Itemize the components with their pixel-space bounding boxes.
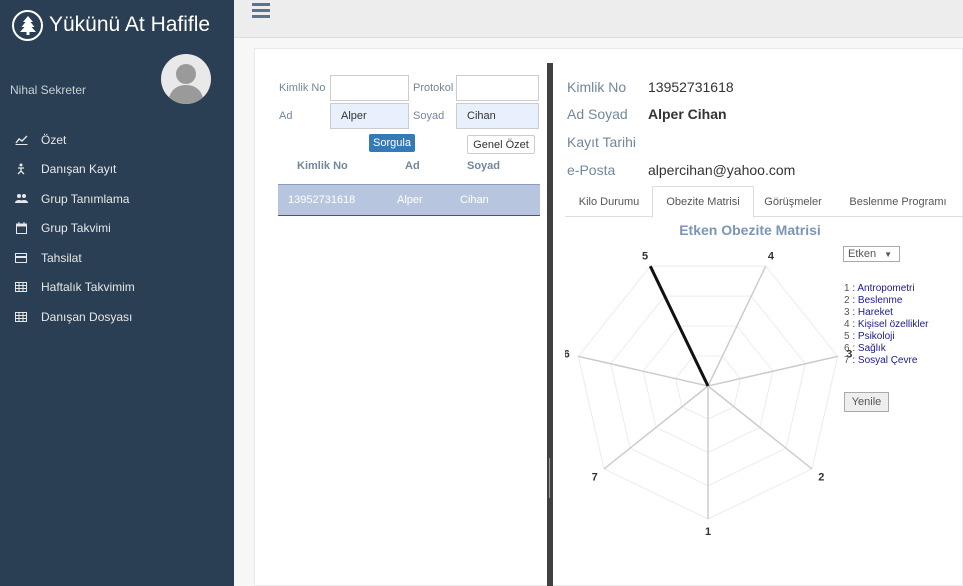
detail-adsoyad-value: Alper Cihan <box>648 106 727 122</box>
col-header-ad[interactable]: Ad <box>405 160 420 172</box>
sidebar-item-danisan-kayit[interactable]: Danışan Kayıt <box>0 155 234 185</box>
credit-card-icon <box>12 252 30 264</box>
sidebar-item-label: Grup Tanımlama <box>41 191 130 206</box>
detail-adsoyad-label: Ad Soyad <box>567 106 628 122</box>
accessibility-icon <box>12 163 30 175</box>
detail-kimlik-value: 13952731618 <box>648 79 734 95</box>
sidebar-item-label: Haftalık Takvimim <box>41 280 135 295</box>
ad-input[interactable] <box>330 103 409 129</box>
sidebar-menu: Özet Danışan Kayıt Grup Tanımlama Grup T… <box>0 125 234 332</box>
kimlik-input[interactable] <box>330 75 409 101</box>
avatar[interactable] <box>161 54 211 104</box>
soyad-input[interactable] <box>456 103 539 129</box>
tab-gorusmeler[interactable]: Görüşmeler <box>755 186 831 217</box>
select-value: Etken <box>848 248 877 260</box>
table-icon <box>12 281 30 293</box>
detail-eposta-value: alpercihan@yahoo.com <box>648 162 796 178</box>
tab-beslenme-programi[interactable]: Beslenme Programı <box>838 186 958 217</box>
kimlik-label: Kimlik No <box>279 82 326 94</box>
pane-splitter[interactable] <box>547 63 553 586</box>
refresh-button[interactable]: Yenile <box>844 392 889 412</box>
tab-bar: Kilo Durumu Obezite Matrisi Görüşmeler B… <box>565 186 963 218</box>
tab-kilo-durumu[interactable]: Kilo Durumu <box>567 186 651 217</box>
sidebar-item-ozet[interactable]: Özet <box>0 125 234 155</box>
radar-axis-7 <box>603 385 709 470</box>
profile-name: Nihal Sekreter <box>10 83 87 97</box>
detail-eposta-label: e-Posta <box>567 162 616 178</box>
protokol-label: Protokol <box>413 82 454 94</box>
legend-item: 5 : Psikoloji <box>844 331 895 342</box>
radar-axis-label: 2 <box>818 471 824 483</box>
cell-soyad: Cihan <box>460 194 489 206</box>
col-header-soyad[interactable]: Soyad <box>467 160 500 172</box>
radar-axis-label: 5 <box>642 250 648 262</box>
radar-axis-3 <box>707 355 838 387</box>
table-icon <box>12 311 30 323</box>
line-chart-icon <box>12 134 30 146</box>
chart-title: Etken Obezite Matrisi <box>679 222 821 238</box>
brand[interactable]: Yükünü At Hafifle <box>12 8 210 42</box>
sidebar: Yükünü At Hafifle Nihal Sekreter Özet Da… <box>0 0 234 586</box>
sidebar-item-label: Grup Takvimi <box>41 221 111 236</box>
radar-chart: 1234567 <box>565 250 852 538</box>
chart-legend: 1 : Antropometri 2 : Beslenme 3 : Hareke… <box>844 283 928 367</box>
radar-axis-label: 6 <box>565 349 570 361</box>
splitter-grip <box>549 458 550 498</box>
radar-axis-2 <box>707 385 813 470</box>
legend-item: 1 : Antropometri <box>844 283 915 294</box>
table-row[interactable]: 13952731618 Alper Cihan <box>278 184 540 216</box>
menu-toggle-icon[interactable] <box>252 3 270 18</box>
tab-obezite-matrisi[interactable]: Obezite Matrisi <box>652 186 754 218</box>
legend-item: 7 : Sosyal Çevre <box>844 355 918 366</box>
chevron-down-icon: ▼ <box>884 249 893 259</box>
ad-label: Ad <box>279 110 293 122</box>
cell-ad: Alper <box>397 194 423 206</box>
query-button[interactable]: Sorgula <box>369 134 415 152</box>
sidebar-item-label: Özet <box>41 132 67 147</box>
sidebar-item-tahsilat[interactable]: Tahsilat <box>0 243 234 273</box>
tree-icon <box>12 9 43 41</box>
legend-item: 2 : Beslenme <box>844 295 903 306</box>
detail-kimlik-label: Kimlik No <box>567 79 627 95</box>
col-header-kimlik[interactable]: Kimlik No <box>297 160 348 172</box>
protokol-input[interactable] <box>456 75 539 101</box>
radar-axis-label: 4 <box>768 250 775 262</box>
sidebar-item-haftalik-takvimim[interactable]: Haftalık Takvimim <box>0 273 234 303</box>
legend-item: 3 : Hareket <box>844 307 893 318</box>
legend-item: 6 : Sağlık <box>844 343 886 354</box>
users-icon <box>12 193 30 205</box>
sidebar-item-grup-takvimi[interactable]: Grup Takvimi <box>0 214 234 244</box>
radar-axis-label: 1 <box>705 526 711 538</box>
sidebar-item-label: Danışan Kayıt <box>41 162 117 177</box>
legend-item: 4 : Kişisel özellikler <box>844 319 929 330</box>
radar-axis-6 <box>578 355 709 387</box>
cell-kimlik: 13952731618 <box>288 194 356 206</box>
summary-button[interactable]: Genel Özet <box>467 135 535 154</box>
sidebar-item-label: Danışan Dosyası <box>41 309 133 324</box>
detail-kayit-label: Kayıt Tarihi <box>567 134 636 150</box>
radar-axis-label: 7 <box>592 471 598 483</box>
sidebar-item-danisan-dosyasi[interactable]: Danışan Dosyası <box>0 302 234 332</box>
factor-select[interactable]: Etken ▼ <box>843 246 900 262</box>
brand-title: Yükünü At Hafifle <box>49 13 211 36</box>
top-nav <box>234 0 963 38</box>
soyad-label: Soyad <box>413 110 445 122</box>
calendar-icon <box>12 222 30 235</box>
sidebar-item-label: Tahsilat <box>41 250 82 265</box>
sidebar-item-grup-tanimlama[interactable]: Grup Tanımlama <box>0 184 234 214</box>
